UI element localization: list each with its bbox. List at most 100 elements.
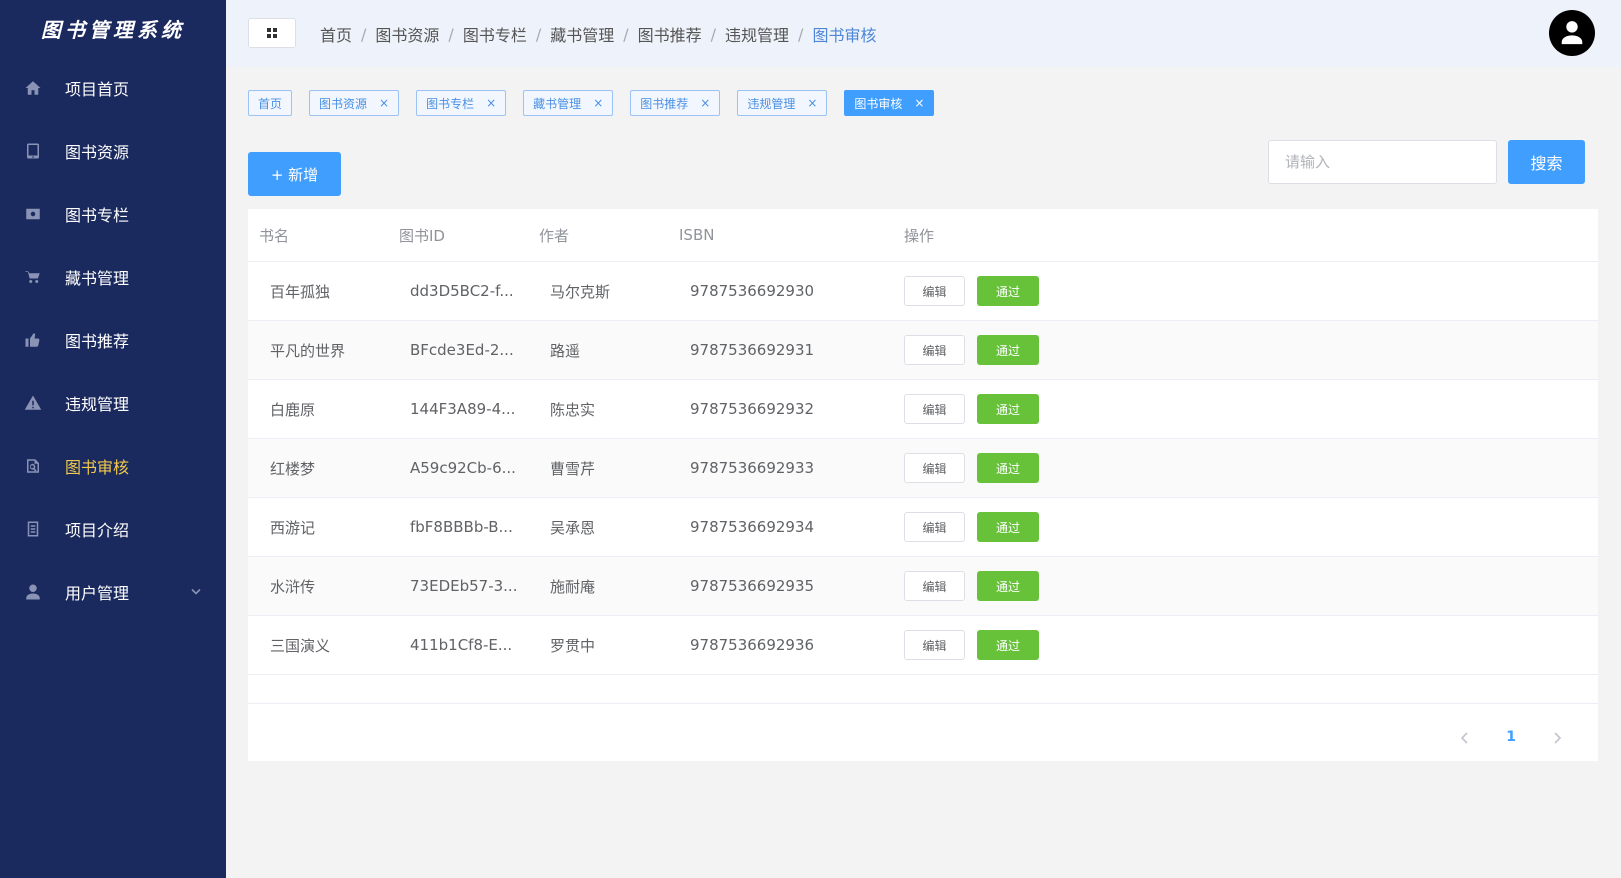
edit-button[interactable]: 编辑: [904, 512, 965, 542]
table-row: 三国演义 411b1Cf8-E... 罗贯中 9787536692936 编辑通…: [248, 616, 1598, 675]
close-icon[interactable]: ×: [700, 96, 710, 110]
tag-book-resources[interactable]: 图书资源 ×: [309, 90, 400, 116]
chevron-down-icon[interactable]: [190, 582, 202, 601]
warning-icon: [22, 392, 44, 414]
sidebar-item-violations[interactable]: 违规管理: [0, 371, 226, 434]
approve-button[interactable]: 通过: [977, 335, 1039, 365]
table-row: 白鹿原 144F3A89-4... 陈忠实 9787536692932 编辑 通过: [248, 380, 1598, 439]
breadcrumb-item-violations[interactable]: 违规管理: [725, 22, 789, 46]
cell-name: 红楼梦: [270, 459, 316, 478]
edit-button[interactable]: 编辑: [904, 630, 965, 660]
breadcrumb-item-book-review: 图书审核: [812, 26, 877, 45]
table-row: 平凡的世界 BFcde3Ed-2... 路遥 9787536692931 编辑通…: [248, 321, 1598, 380]
breadcrumb-item-collection[interactable]: 藏书管理: [550, 22, 614, 46]
cell-id: 73EDEb57-3...: [410, 577, 518, 595]
avatar[interactable]: [1549, 10, 1595, 56]
cell-isbn: 9787536692932: [690, 400, 815, 418]
chevron-left-icon[interactable]: [1458, 730, 1472, 744]
tab-tags: 首页 图书资源 × 图书专栏 × 藏书管理 × 图书推荐 × 违规管理 × 图书审核 ×: [248, 90, 951, 116]
tag-book-review[interactable]: 图书审核 ×: [844, 90, 935, 116]
sidebar-item-book-review[interactable]: 图书审核: [0, 434, 226, 497]
edit-button[interactable]: 编辑: [904, 453, 965, 483]
sidebar-item-collection[interactable]: 藏书管理: [0, 245, 226, 308]
cell-isbn: 9787536692934: [690, 518, 815, 536]
picture-icon: [22, 203, 44, 225]
approve-button[interactable]: 通过: [977, 630, 1039, 660]
cell-actions: 编辑 通过: [893, 571, 1193, 601]
cell-name: 百年孤独: [270, 282, 331, 301]
chevron-right-icon[interactable]: [1550, 730, 1564, 744]
cell-author: 路遥: [550, 341, 581, 360]
breadcrumb-separator: /: [535, 24, 542, 44]
close-icon[interactable]: ×: [486, 96, 496, 110]
cell-id: dd3D5BC2-f...: [410, 282, 514, 300]
sidebar-item-intro[interactable]: 项目介绍: [0, 497, 226, 560]
sidebar-item-label: 图书专栏: [65, 205, 130, 225]
tag-label: 首页: [258, 96, 283, 111]
column-header-author: 作者: [539, 226, 570, 245]
cell-author: 吴承恩: [550, 518, 596, 537]
close-icon[interactable]: ×: [914, 96, 924, 110]
tag-violations[interactable]: 违规管理 ×: [737, 90, 828, 116]
sidebar-item-label: 用户管理: [65, 583, 130, 603]
close-icon[interactable]: ×: [807, 96, 817, 110]
cell-author: 马尔克斯: [550, 282, 611, 301]
approve-button[interactable]: 通过: [977, 512, 1039, 542]
pagination-page-current[interactable]: 1: [1506, 729, 1516, 745]
close-icon[interactable]: ×: [379, 96, 389, 110]
table-row: 水浒传 73EDEb57-3... 施耐庵 9787536692935 编辑 通过: [248, 557, 1598, 616]
cell-isbn: 9787536692931: [690, 341, 815, 359]
book-review-table: 书名 图书ID 作者 ISBN 操作 百年孤独 dd3D5BC2-f... 马尔…: [248, 209, 1598, 761]
sidebar-item-users[interactable]: 用户管理: [0, 560, 226, 623]
sidebar-item-book-column[interactable]: 图书专栏: [0, 182, 226, 245]
sidebar-item-book-resources[interactable]: 图书资源: [0, 119, 226, 182]
tag-collection[interactable]: 藏书管理 ×: [523, 90, 614, 116]
cell-isbn: 9787536692930: [690, 282, 815, 300]
top-header: 首页 / 图书资源 / 图书专栏 / 藏书管理 / 图书推荐 / 违规管理 / …: [226, 0, 1621, 67]
cell-id: BFcde3Ed-2...: [410, 341, 514, 359]
breadcrumb-item-recommend[interactable]: 图书推荐: [638, 22, 702, 46]
cell-isbn: 9787536692933: [690, 459, 815, 477]
approve-button[interactable]: 通过: [977, 571, 1039, 601]
breadcrumb-item-home[interactable]: 首页: [320, 22, 352, 46]
sidebar-item-recommend[interactable]: 图书推荐: [0, 308, 226, 371]
cell-isbn: 9787536692935: [690, 577, 815, 595]
add-button[interactable]: + 新增: [248, 152, 341, 196]
edit-button[interactable]: 编辑: [904, 571, 965, 601]
tag-label: 违规管理: [747, 96, 796, 111]
menu-toggle-button[interactable]: [248, 18, 296, 48]
approve-button[interactable]: 通过: [977, 394, 1039, 424]
breadcrumb-item-book-column[interactable]: 图书专栏: [463, 22, 527, 46]
table-body: 百年孤独 dd3D5BC2-f... 马尔克斯 9787536692930 编辑…: [248, 262, 1598, 675]
home-icon: [22, 77, 44, 99]
cell-actions: 编辑 通过: [893, 394, 1193, 424]
close-icon[interactable]: ×: [593, 96, 603, 110]
pagination: 1: [1458, 729, 1564, 745]
cell-name: 平凡的世界: [270, 341, 346, 360]
table-header: 书名 图书ID 作者 ISBN 操作: [248, 209, 1598, 262]
table-divider: [248, 703, 1598, 704]
breadcrumb-separator: /: [361, 24, 367, 44]
tag-label: 图书推荐: [640, 96, 689, 111]
approve-button[interactable]: 通过: [977, 453, 1039, 483]
edit-button[interactable]: 编辑: [904, 276, 965, 306]
approve-button[interactable]: 通过: [977, 276, 1039, 306]
sidebar-item-home[interactable]: 项目首页: [0, 56, 226, 119]
tag-recommend[interactable]: 图书推荐 ×: [630, 90, 721, 116]
document-icon: [22, 518, 44, 540]
tag-label: 图书资源: [319, 96, 368, 111]
grid-icon: [267, 28, 277, 38]
search-input[interactable]: [1268, 140, 1497, 184]
edit-button[interactable]: 编辑: [904, 394, 965, 424]
column-header-id: 图书ID: [399, 226, 445, 245]
cell-actions: 编辑 通过: [893, 276, 1193, 306]
tag-home[interactable]: 首页: [248, 90, 293, 116]
column-header-name: 书名: [259, 226, 290, 245]
tag-book-column[interactable]: 图书专栏 ×: [416, 90, 507, 116]
sidebar-menu: 项目首页 图书资源 图书专栏 藏书管理 图书推荐 违规管理 图书审核 项目介绍: [0, 56, 226, 623]
user-avatar-icon: [1561, 21, 1583, 45]
search-button[interactable]: 搜索: [1508, 140, 1585, 184]
breadcrumb-item-book-resources[interactable]: 图书资源: [375, 22, 439, 46]
edit-button[interactable]: 编辑: [904, 335, 965, 365]
sidebar-item-label: 项目介绍: [65, 520, 130, 540]
